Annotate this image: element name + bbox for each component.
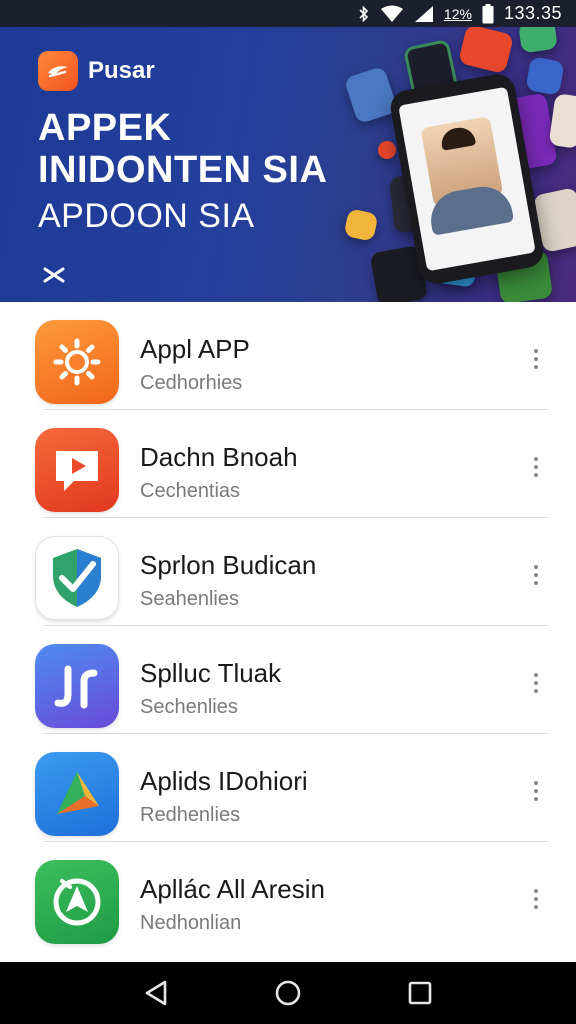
navigation-bar bbox=[0, 962, 576, 1024]
more-options-button[interactable] bbox=[524, 558, 548, 592]
brand: Pusar bbox=[38, 51, 155, 91]
more-options-button[interactable] bbox=[524, 342, 548, 376]
app-title: Apllác All Aresin bbox=[140, 874, 325, 904]
signal-icon bbox=[414, 5, 434, 23]
battery-text: 12% bbox=[443, 5, 472, 22]
app-subtitle: Redhenlies bbox=[140, 804, 241, 826]
list-item[interactable]: Sprlon Budican Seahenlies bbox=[0, 518, 576, 626]
app-title: Sprlon Budican bbox=[140, 550, 317, 580]
decorative-tile bbox=[525, 56, 565, 96]
promo-banner[interactable]: Pusar APPEK INIDONTEN SIA APDOON SIA bbox=[0, 27, 576, 302]
decorative-tile bbox=[378, 141, 396, 159]
banner-headline-line2: INIDONTEN SIA bbox=[38, 149, 328, 191]
decorative-tile bbox=[343, 208, 379, 242]
wifi-icon bbox=[380, 5, 404, 23]
bluetooth-icon bbox=[358, 5, 370, 23]
list-item[interactable]: Aplids IDohiori Redhenlies bbox=[0, 734, 576, 842]
app-subtitle: Seahenlies bbox=[140, 588, 239, 610]
back-icon[interactable] bbox=[140, 977, 172, 1009]
decorative-tile bbox=[457, 27, 515, 75]
status-bar: 12% 133.35 bbox=[0, 0, 576, 27]
more-options-button[interactable] bbox=[524, 882, 548, 916]
app-title: Appl APP bbox=[140, 334, 250, 364]
app-subtitle: Cedhorhies bbox=[140, 372, 243, 394]
app-subtitle: Nedhonlian bbox=[140, 912, 242, 934]
app-title: Splluc Tluak bbox=[140, 658, 282, 688]
list-item[interactable]: Apllác All Aresin Nedhonlian bbox=[0, 842, 576, 950]
banner-headline-line1: APPEK bbox=[38, 107, 172, 149]
more-options-button[interactable] bbox=[524, 666, 548, 700]
music-note-icon bbox=[35, 644, 119, 728]
decorative-tile bbox=[548, 93, 576, 149]
decorative-tile bbox=[518, 27, 558, 54]
navigation-icon bbox=[35, 860, 119, 944]
brand-logo-icon bbox=[38, 51, 78, 91]
app-list: Appl APP Cedhorhies Dachn Bnoah Cechenti… bbox=[0, 302, 576, 950]
app-title: Aplids IDohiori bbox=[140, 766, 308, 796]
home-icon[interactable] bbox=[272, 977, 304, 1009]
list-item[interactable]: Appl APP Cedhorhies bbox=[0, 302, 576, 410]
triangle-icon bbox=[35, 752, 119, 836]
recents-icon[interactable] bbox=[404, 977, 436, 1009]
more-options-button[interactable] bbox=[524, 774, 548, 808]
app-title: Dachn Bnoah bbox=[140, 442, 298, 472]
shield-check-icon bbox=[35, 536, 119, 620]
sun-icon bbox=[35, 320, 119, 404]
more-options-button[interactable] bbox=[524, 450, 548, 484]
list-item[interactable]: Splluc Tluak Sechenlies bbox=[0, 626, 576, 734]
close-icon[interactable] bbox=[40, 263, 68, 287]
play-icon bbox=[35, 428, 119, 512]
decorative-tile bbox=[343, 65, 399, 125]
brand-name: Pusar bbox=[88, 57, 155, 84]
app-subtitle: Sechenlies bbox=[140, 696, 238, 718]
list-item[interactable]: Dachn Bnoah Cechentias bbox=[0, 410, 576, 518]
battery-icon bbox=[482, 3, 494, 24]
banner-headline-line3: APDOON SIA bbox=[38, 197, 255, 235]
app-subtitle: Cechentias bbox=[140, 480, 241, 502]
clock: 133.35 bbox=[503, 3, 562, 23]
